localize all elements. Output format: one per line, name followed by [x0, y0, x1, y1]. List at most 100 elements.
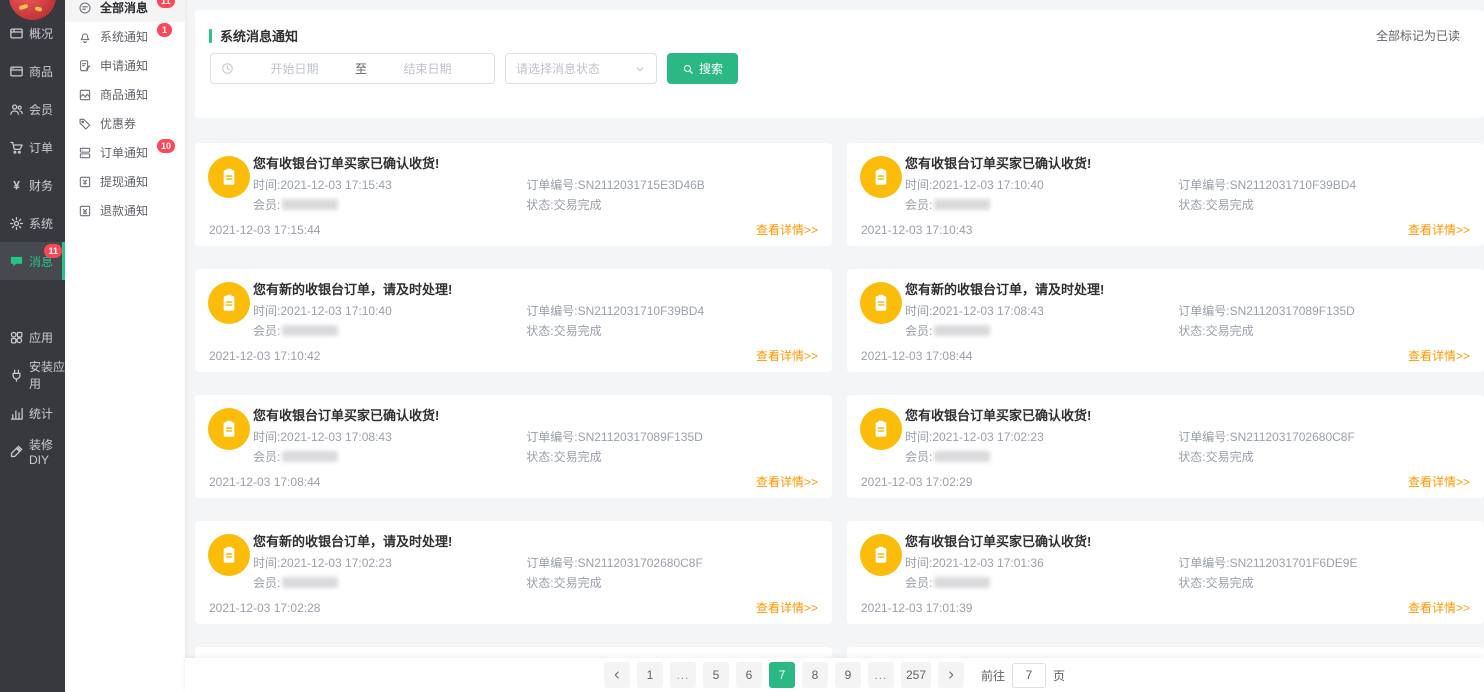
message-member: 会员: [905, 448, 990, 465]
sidebar-item-label: 商品 [29, 63, 53, 80]
end-date-placeholder: 结束日期 [371, 60, 484, 77]
page-button-8[interactable]: 8 [802, 662, 828, 688]
message-time: 时间:2021-12-03 17:02:23 [905, 428, 1044, 445]
message-card: 您有新的收银台订单，请及时处理!时间:2021-12-03 17:08:43会员… [847, 269, 1484, 372]
unread-badge: 11 [44, 244, 62, 258]
page-button-1[interactable]: 1 [637, 662, 663, 688]
mark-all-read-button[interactable]: 全部标记为已读 [1376, 27, 1460, 44]
message-time: 时间:2021-12-03 17:08:43 [905, 302, 1044, 319]
view-detail-link[interactable]: 查看详情>> [756, 473, 818, 490]
stats-icon [9, 406, 24, 421]
ellipsis-page-button[interactable]: ... [670, 662, 696, 688]
redacted-member-name [934, 451, 990, 462]
clipboard-icon [218, 166, 240, 188]
sidebar-item-overview[interactable]: 概况 [0, 14, 65, 52]
view-detail-link[interactable]: 查看详情>> [1408, 347, 1470, 364]
sidebar-item-system[interactable]: 系统 [0, 204, 65, 242]
page-button-9[interactable]: 9 [835, 662, 861, 688]
svg-text:¥: ¥ [13, 178, 20, 192]
search-button[interactable]: 搜索 [667, 53, 738, 84]
message-time: 时间:2021-12-03 17:10:40 [253, 302, 392, 319]
message-footer-time: 2021-12-03 17:15:44 [209, 223, 320, 237]
message-footer-time: 2021-12-03 17:10:42 [209, 349, 320, 363]
page-button-257[interactable]: 257 [901, 662, 931, 688]
overview-icon [9, 26, 24, 41]
category-item-coupon[interactable]: 优惠券 [65, 109, 185, 138]
notification-icon-circle [860, 156, 902, 198]
category-item-goods-notice[interactable]: 商品通知 [65, 80, 185, 109]
redacted-member-name [934, 325, 990, 336]
refund-icon [78, 204, 92, 218]
message-order-no: 订单编号:SN2112031710F39BD4 [1178, 176, 1356, 193]
page-button-6[interactable]: 6 [736, 662, 762, 688]
next-page-button[interactable] [938, 662, 964, 688]
view-detail-link[interactable]: 查看详情>> [756, 347, 818, 364]
view-detail-link[interactable]: 查看详情>> [756, 599, 818, 616]
sidebar-item-orders[interactable]: 订单 [0, 128, 65, 166]
message-member: 会员: [253, 574, 338, 591]
clipboard-icon [870, 418, 892, 440]
install-icon [9, 368, 24, 383]
sidebar-item-install[interactable]: 安装应用 [0, 356, 65, 394]
page-title: 系统消息通知 [220, 26, 298, 45]
sidebar-item-label: 概况 [29, 25, 53, 42]
message-card-grid: 您有收银台订单买家已确认收货!时间:2021-12-03 17:15:43会员:… [195, 143, 1484, 692]
sidebar-item-label: 统计 [29, 405, 53, 422]
message-footer-time: 2021-12-03 17:10:43 [861, 223, 972, 237]
category-item-refund[interactable]: 退款通知 [65, 196, 185, 225]
message-status: 状态:交易完成 [526, 196, 601, 213]
sidebar-item-label: 系统 [29, 215, 53, 232]
view-detail-link[interactable]: 查看详情>> [756, 221, 818, 238]
sidebar-item-members[interactable]: 会员 [0, 90, 65, 128]
sidebar-item-label: 会员 [29, 101, 53, 118]
category-item-all-messages[interactable]: 全部消息11 [65, 0, 185, 22]
page-button-7[interactable]: 7 [769, 662, 795, 688]
category-item-withdraw[interactable]: 提现通知 [65, 167, 185, 196]
goto-page-input[interactable] [1012, 663, 1046, 688]
sidebar-item-label: 装修DIY [29, 436, 65, 467]
goto-suffix-label: 页 [1053, 667, 1065, 684]
message-title: 您有新的收银台订单，请及时处理! [253, 531, 452, 550]
message-title: 您有收银台订单买家已确认收货! [905, 531, 1091, 550]
ellipsis-page-button[interactable]: ... [868, 662, 894, 688]
chevron-left-icon [611, 669, 623, 681]
sidebar-item-stats[interactable]: 统计 [0, 394, 65, 432]
view-detail-link[interactable]: 查看详情>> [1408, 221, 1470, 238]
filter-row: 开始日期 至 结束日期 请选择消息状态 搜索 [210, 53, 738, 84]
prev-page-button[interactable] [604, 662, 630, 688]
notification-icon-circle [860, 282, 902, 324]
sidebar-item-apps[interactable]: 应用 [0, 318, 65, 356]
page-button-5[interactable]: 5 [703, 662, 729, 688]
message-member: 会员: [253, 448, 338, 465]
message-status: 状态:交易完成 [526, 574, 601, 591]
message-title: 您有新的收银台订单，请及时处理! [253, 279, 452, 298]
message-status-select[interactable]: 请选择消息状态 [505, 53, 657, 84]
category-item-label: 提现通知 [100, 173, 148, 190]
message-icon [9, 254, 24, 269]
view-detail-link[interactable]: 查看详情>> [1408, 599, 1470, 616]
view-detail-link[interactable]: 查看详情>> [1408, 473, 1470, 490]
withdraw-icon [78, 175, 92, 189]
message-title: 您有收银台订单买家已确认收货! [253, 405, 439, 424]
message-order-no: 订单编号:SN2112031715E3D46B [526, 176, 705, 193]
message-footer-time: 2021-12-03 17:08:44 [209, 475, 320, 489]
category-item-apply[interactable]: 申请通知 [65, 51, 185, 80]
pagination-bar: 1...56789...257 前往 页 [185, 658, 1484, 692]
sidebar-item-message[interactable]: 消息11 [0, 242, 65, 280]
message-card: 您有新的收银台订单，请及时处理!时间:2021-12-03 17:02:23会员… [195, 521, 832, 624]
message-card: 您有收银台订单买家已确认收货!时间:2021-12-03 17:10:40会员:… [847, 143, 1484, 246]
category-item-order-notice[interactable]: 订单通知10 [65, 138, 185, 167]
date-range-input[interactable]: 开始日期 至 结束日期 [210, 53, 495, 84]
sidebar-item-finance[interactable]: ¥财务 [0, 166, 65, 204]
sidebar-item-diy[interactable]: 装修DIY [0, 432, 65, 470]
message-footer-time: 2021-12-03 17:01:39 [861, 601, 972, 615]
status-select-placeholder: 请选择消息状态 [516, 60, 600, 77]
sidebar-item-goods[interactable]: 商品 [0, 52, 65, 90]
search-button-label: 搜索 [699, 60, 723, 77]
orders-icon [9, 140, 24, 155]
message-member: 会员: [905, 322, 990, 339]
message-footer-time: 2021-12-03 17:08:44 [861, 349, 972, 363]
finance-icon: ¥ [9, 178, 24, 193]
category-item-bell[interactable]: 系统通知1 [65, 22, 185, 51]
message-status: 状态:交易完成 [1178, 574, 1253, 591]
